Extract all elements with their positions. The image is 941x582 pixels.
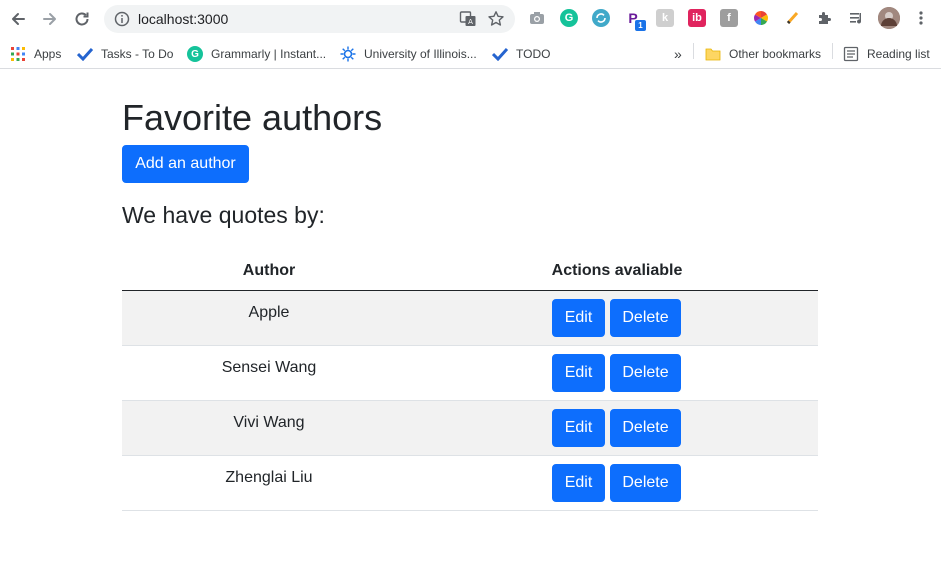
- bookmark-label: TODO: [516, 47, 551, 61]
- ib-extension-icon[interactable]: ib: [688, 9, 706, 27]
- table-row: Sensei Wang Edit Delete: [122, 346, 818, 401]
- bookmark-label: Reading list: [867, 47, 930, 61]
- bookmark-label: Other bookmarks: [729, 47, 822, 61]
- delete-button[interactable]: Delete: [610, 409, 681, 447]
- checkmark-icon: [77, 46, 93, 62]
- back-button[interactable]: [6, 7, 30, 31]
- bookmarks-divider: [693, 43, 694, 59]
- browser-menu-icon[interactable]: [912, 9, 930, 27]
- bookmark-label: Apps: [34, 47, 62, 61]
- address-bar[interactable]: localhost:3000 A: [104, 5, 515, 33]
- add-author-button[interactable]: Add an author: [122, 145, 249, 183]
- translate-icon[interactable]: A: [459, 10, 477, 28]
- svg-text:A: A: [468, 18, 473, 26]
- table-row: Apple Edit Delete: [122, 291, 818, 346]
- more-bookmarks-button[interactable]: »: [674, 43, 682, 65]
- edit-button[interactable]: Edit: [552, 409, 605, 447]
- apps-grid-icon: [10, 46, 26, 62]
- bookmarks-bar: Apps Tasks - To Do G Grammarly | Instant…: [0, 38, 941, 69]
- bookmark-star-icon[interactable]: [487, 10, 505, 28]
- author-name: Zhenglai Liu: [225, 469, 313, 486]
- bookmarks-divider: [832, 43, 833, 59]
- edit-button[interactable]: Edit: [552, 299, 605, 337]
- bookmark-illinois[interactable]: University of Illinois...: [340, 43, 477, 65]
- url-text[interactable]: localhost:3000: [138, 11, 228, 27]
- edit-button[interactable]: Edit: [552, 354, 605, 392]
- extensions-puzzle-icon[interactable]: [816, 9, 834, 27]
- back-arrow-icon: [12, 13, 25, 25]
- bookmark-tasks[interactable]: Tasks - To Do: [77, 43, 173, 65]
- column-header-actions: Actions avaliable: [551, 262, 683, 279]
- gear-sun-icon: [340, 46, 356, 62]
- page-title: Favorite authors: [122, 97, 383, 138]
- forward-button[interactable]: [38, 7, 62, 31]
- k-extension-icon[interactable]: k: [656, 9, 674, 27]
- delete-button[interactable]: Delete: [610, 354, 681, 392]
- profile-avatar[interactable]: [878, 7, 900, 29]
- bookmark-apps[interactable]: Apps: [10, 43, 61, 65]
- page-subtitle: We have quotes by:: [122, 202, 325, 228]
- media-control-icon[interactable]: [848, 9, 866, 27]
- f-extension-icon[interactable]: f: [720, 9, 738, 27]
- pencil-extension-icon[interactable]: [784, 9, 802, 27]
- bookmark-grammarly[interactable]: G Grammarly | Instant...: [187, 43, 326, 65]
- browser-toolbar: localhost:3000 A G P 1 k ib f: [0, 0, 941, 38]
- camera-extension-icon[interactable]: [528, 9, 546, 27]
- table-row: Zhenglai Liu Edit Delete: [122, 456, 818, 511]
- other-bookmarks[interactable]: Other bookmarks: [705, 43, 821, 65]
- table-row: Vivi Wang Edit Delete: [122, 401, 818, 456]
- reading-list-icon: [843, 46, 859, 62]
- author-name: Apple: [248, 304, 290, 321]
- grammarly-extension-icon[interactable]: G: [560, 9, 578, 27]
- column-header-author: Author: [242, 262, 296, 279]
- reading-list[interactable]: Reading list: [843, 43, 930, 65]
- extension-badge: 1: [635, 20, 646, 31]
- delete-button[interactable]: Delete: [610, 299, 681, 337]
- edit-button[interactable]: Edit: [552, 464, 605, 502]
- delete-button[interactable]: Delete: [610, 464, 681, 502]
- bookmark-label: University of Illinois...: [364, 47, 477, 61]
- bookmark-todo[interactable]: TODO: [492, 43, 550, 65]
- author-name: Sensei Wang: [221, 359, 317, 376]
- bookmark-label: Tasks - To Do: [101, 47, 174, 61]
- reload-icon: [75, 12, 89, 26]
- grammarly-icon: G: [187, 46, 203, 62]
- reload-button[interactable]: [70, 7, 94, 31]
- forward-arrow-icon: [43, 13, 56, 25]
- info-icon[interactable]: [114, 11, 130, 27]
- checkmark-icon: [492, 46, 508, 62]
- table-header: Author Actions avaliable: [122, 254, 818, 291]
- color-wheel-extension-icon[interactable]: [752, 9, 770, 27]
- sync-extension-icon[interactable]: [592, 9, 610, 27]
- author-name: Vivi Wang: [233, 414, 305, 431]
- bookmark-label: Grammarly | Instant...: [211, 47, 327, 61]
- folder-icon: [705, 46, 721, 62]
